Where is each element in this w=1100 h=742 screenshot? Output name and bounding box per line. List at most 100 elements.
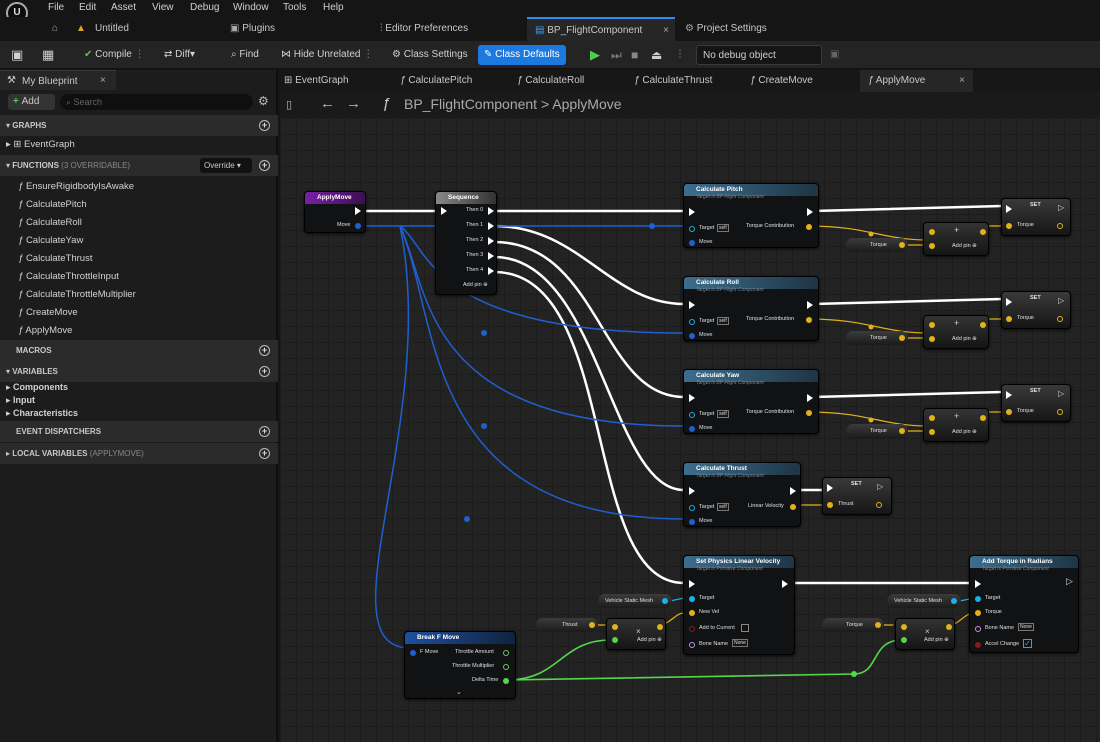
back-arrow-icon[interactable]: ← — [320, 95, 335, 112]
object-in-pin[interactable] — [975, 596, 981, 602]
bookmark-icon[interactable]: ▯ — [286, 98, 292, 111]
float-out-pin[interactable] — [1057, 316, 1063, 322]
exec-out-pin[interactable] — [488, 252, 494, 260]
exec-out-icon[interactable]: ▷ — [1058, 203, 1064, 212]
node-calculate-pitch[interactable]: Calculate Pitch Target is BP Flight Comp… — [683, 183, 819, 248]
exec-out-pin[interactable] — [807, 208, 813, 216]
stop-icon[interactable]: ■ — [631, 45, 638, 65]
search-input[interactable]: ⌕ Search — [60, 94, 253, 110]
debug-find-icon[interactable]: ▣ — [830, 45, 839, 65]
float-out-pin[interactable] — [806, 224, 812, 230]
exec-out-pin[interactable] — [488, 207, 494, 215]
add-pin-button[interactable]: Add pin ⊕ — [924, 637, 949, 643]
float-in-pin[interactable] — [1006, 409, 1012, 415]
graph-tab-calculateroll[interactable]: ƒ CalculateRoll — [517, 70, 627, 92]
exec-in-pin[interactable] — [975, 580, 981, 588]
float-out-pin[interactable] — [657, 624, 663, 630]
add-button[interactable]: + Add — [8, 94, 55, 110]
float-in-pin[interactable] — [929, 322, 935, 328]
class-defaults-button[interactable]: ✎ Class Defaults — [478, 45, 566, 65]
vehicle-mesh-getter[interactable]: Vehicle Static Mesh — [598, 594, 672, 608]
thrust-variable-getter[interactable]: Thrust — [536, 618, 598, 632]
float-out-pin[interactable] — [899, 335, 905, 341]
home-icon[interactable]: ⌂ — [52, 17, 58, 41]
settings-gear-icon[interactable]: ⚙ — [258, 94, 269, 108]
menu-tools[interactable]: Tools — [283, 2, 306, 13]
node-sequence[interactable]: Sequence Then 0 Then 1 Then 2 Then 3 The… — [435, 191, 497, 295]
float-out-pin[interactable] — [589, 622, 595, 628]
find-button[interactable]: ⌕ Find — [231, 45, 259, 65]
variable-category[interactable]: ▸ Input — [6, 395, 35, 406]
struct-out-pin[interactable] — [355, 223, 361, 229]
exec-in-pin[interactable] — [689, 394, 695, 402]
exec-out-pin[interactable] — [488, 237, 494, 245]
variable-category[interactable]: ▸ Characteristics — [6, 408, 78, 419]
struct-in-pin[interactable] — [689, 240, 695, 246]
save-icon[interactable]: ▣ — [11, 45, 23, 65]
float-out-pin[interactable] — [503, 650, 509, 656]
menu-edit[interactable]: Edit — [79, 2, 96, 13]
exec-in-pin[interactable] — [441, 207, 447, 215]
node-break-f-move[interactable]: Break F Move F Move Throttle Amount Thro… — [404, 631, 516, 699]
exec-out-pin[interactable] — [807, 394, 813, 402]
float-out-pin[interactable] — [899, 428, 905, 434]
exec-out-pin[interactable] — [355, 207, 361, 215]
node-add-torque-in-radians[interactable]: Add Torque in Radians Target is Primitiv… — [969, 555, 1079, 653]
graph-tab-eventgraph[interactable]: ⊞ EventGraph — [284, 70, 394, 92]
struct-in-pin[interactable] — [410, 650, 416, 656]
multiply-operator-node[interactable]: × Add pin ⊕ — [895, 618, 955, 650]
graph-item-eventgraph[interactable]: ▸ ⊞ EventGraph — [6, 139, 75, 150]
add-macro-icon[interactable]: + — [259, 345, 270, 356]
exec-out-icon[interactable]: ▷ — [1066, 576, 1073, 587]
chevron-down-icon[interactable]: ⌄ — [456, 688, 462, 696]
tab-editor-preferences[interactable]: ⫶ Editor Preferences — [380, 17, 520, 41]
float-in-pin[interactable] — [827, 502, 833, 508]
float-in-pin[interactable] — [929, 229, 935, 235]
float-out-pin[interactable] — [980, 322, 986, 328]
vector-in-pin[interactable] — [689, 610, 695, 616]
play-icon[interactable]: ▶ — [590, 45, 600, 65]
float-out-pin[interactable] — [806, 317, 812, 323]
float-out-pin[interactable] — [899, 242, 905, 248]
step-icon[interactable]: ⏭ — [611, 45, 622, 65]
exec-out-pin[interactable] — [807, 301, 813, 309]
add-local-variable-icon[interactable]: + — [259, 448, 270, 459]
add-operator-node[interactable]: + Add pin ⊕ — [923, 222, 989, 256]
function-item[interactable]: ƒ EnsureRigidbodyIsAwake — [18, 181, 134, 192]
object-out-pin[interactable] — [662, 598, 668, 604]
exec-out-pin[interactable] — [488, 222, 494, 230]
hide-unrelated-button[interactable]: ⋈ Hide Unrelated ⋮ — [281, 45, 373, 65]
add-pin-button[interactable]: Add pin ⊕ — [952, 336, 977, 342]
node-set-torque[interactable]: SET ▷ Torque — [1001, 198, 1071, 236]
bone-name-value[interactable]: None — [1018, 623, 1034, 631]
float-out-pin[interactable] — [876, 502, 882, 508]
macros-section-header[interactable]: MACROS + — [0, 340, 278, 361]
menu-view[interactable]: View — [152, 2, 174, 13]
add-graph-icon[interactable]: + — [259, 120, 270, 131]
menu-help[interactable]: Help — [323, 2, 344, 13]
eject-icon[interactable]: ⏏ — [651, 45, 662, 65]
object-in-pin[interactable] — [689, 319, 695, 325]
node-calculate-thrust[interactable]: Calculate Thrust Target is BP Flight Com… — [683, 462, 801, 527]
exec-in-pin[interactable] — [689, 208, 695, 216]
name-in-pin[interactable] — [689, 642, 695, 648]
function-item[interactable]: ƒ CalculateThrottleMultiplier — [18, 289, 136, 300]
float-in-pin[interactable] — [612, 637, 618, 643]
exec-in-pin[interactable] — [689, 487, 695, 495]
bool-in-pin[interactable] — [975, 642, 981, 648]
menu-window[interactable]: Window — [233, 2, 269, 13]
function-item[interactable]: ƒ CalculateThrust — [18, 253, 92, 264]
class-settings-button[interactable]: ⚙ Class Settings — [392, 45, 468, 65]
function-item[interactable]: ƒ CalculateYaw — [18, 235, 83, 246]
function-item[interactable]: ƒ CalculateThrottleInput — [18, 271, 119, 282]
add-to-current-checkbox[interactable] — [741, 624, 749, 632]
graph-tab-calculatepitch[interactable]: ƒ CalculatePitch — [400, 70, 510, 92]
node-set-torque[interactable]: SET ▷ Torque — [1001, 384, 1071, 422]
function-item[interactable]: ƒ CreateMove — [18, 307, 78, 318]
bone-name-value[interactable]: None — [732, 639, 748, 647]
exec-out-pin[interactable] — [782, 580, 788, 588]
float-out-pin[interactable] — [980, 415, 986, 421]
float-out-pin[interactable] — [790, 504, 796, 510]
float-out-pin[interactable] — [980, 229, 986, 235]
node-set-torque[interactable]: SET ▷ Torque — [1001, 291, 1071, 329]
